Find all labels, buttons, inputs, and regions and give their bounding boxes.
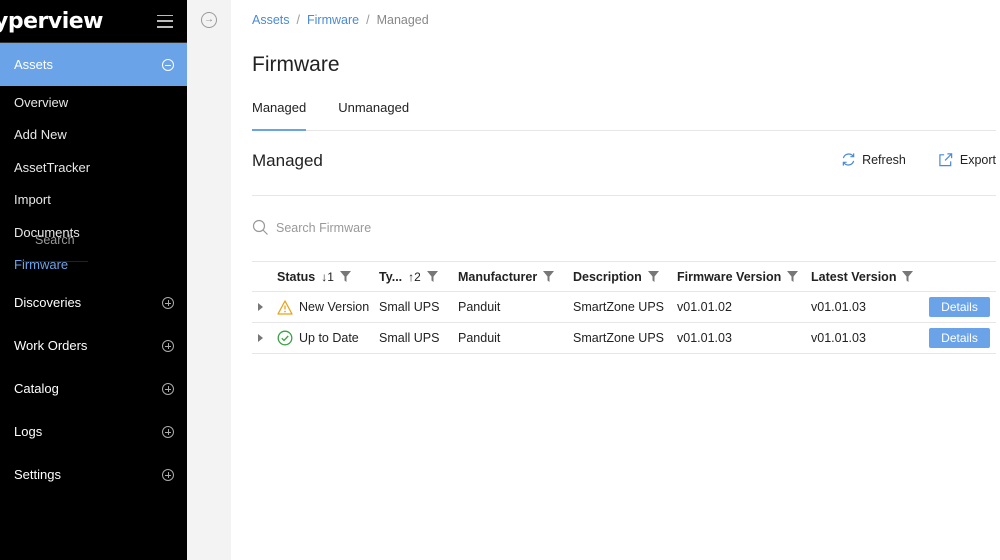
sidebar-item-catalog[interactable]: Catalog <box>0 367 187 410</box>
expand-row-button[interactable] <box>258 323 263 353</box>
type-cell: Small UPS <box>379 300 440 314</box>
filter-icon[interactable] <box>787 271 799 282</box>
column-header-status[interactable]: Status ↓1 <box>277 262 351 291</box>
divider <box>252 195 996 196</box>
caret-right-icon <box>258 303 263 311</box>
table-header-row: Status ↓1 Ty... ↑2 Manufacturer Descript… <box>252 262 996 292</box>
column-header-firmware-version[interactable]: Firmware Version <box>677 262 799 291</box>
sidebar-subitem-import[interactable]: Import <box>0 184 187 217</box>
expand-plus-icon[interactable] <box>162 382 174 395</box>
main-content: Assets / Firmware / Managed Firmware Managed… <box>231 0 1000 560</box>
search-box[interactable] <box>252 219 476 236</box>
refresh-button[interactable]: Refresh <box>841 152 906 167</box>
sidebar-item-label: Search <box>35 233 75 247</box>
details-button-wrapper: Details <box>929 323 990 353</box>
sidebar-item-settings[interactable]: Settings <box>0 453 187 496</box>
description-cell: SmartZone UPS <box>573 331 665 345</box>
sort-asc-icon[interactable]: ↑2 <box>408 270 421 284</box>
page-title: Firmware <box>252 53 340 76</box>
filter-icon[interactable] <box>339 271 351 282</box>
status-cell: Up to Date <box>277 323 359 353</box>
latest-version-cell: v01.01.03 <box>811 331 866 345</box>
sort-desc-icon[interactable]: ↓1 <box>321 270 334 284</box>
breadcrumb-separator: / <box>296 13 300 27</box>
section-title: Managed <box>252 151 323 170</box>
filter-icon[interactable] <box>647 271 659 282</box>
sidebar: yperview Search Assets Overview Add New … <box>0 0 187 560</box>
sidebar-item-label: Discoveries <box>14 295 82 310</box>
sidebar-item-discoveries[interactable]: Discoveries <box>0 281 187 324</box>
breadcrumb-separator: / <box>366 13 370 27</box>
sidebar-item-assets[interactable]: Assets <box>0 43 187 86</box>
sidebar-item-label: Catalog <box>14 381 59 396</box>
hamburger-menu-icon[interactable] <box>157 14 173 28</box>
filter-icon[interactable] <box>426 271 438 282</box>
details-button[interactable]: Details <box>929 297 990 317</box>
sidebar-item-label: Logs <box>14 424 43 439</box>
search-icon <box>252 219 268 235</box>
manufacturer-cell: Panduit <box>458 300 501 314</box>
check-circle-icon <box>277 330 293 346</box>
refresh-label: Refresh <box>862 152 906 167</box>
column-header-description[interactable]: Description <box>573 262 659 291</box>
tab-managed[interactable]: Managed <box>252 96 307 131</box>
expand-row-button[interactable] <box>258 292 263 322</box>
breadcrumb-firmware[interactable]: Firmware <box>307 13 359 27</box>
filter-icon[interactable] <box>543 271 555 282</box>
sidebar-item-search[interactable]: Search <box>21 219 88 262</box>
table-row: Up to Date Small UPS Panduit SmartZone U… <box>252 323 996 354</box>
tab-unmanaged[interactable]: Unmanaged <box>338 96 409 131</box>
export-label: Export <box>959 152 996 167</box>
details-button-wrapper: Details <box>929 292 990 322</box>
status-cell: New Version <box>277 292 369 322</box>
expand-plus-icon[interactable] <box>162 296 174 309</box>
sidebar-item-label: Work Orders <box>14 338 88 353</box>
tab-bar: Managed Unmanaged <box>252 96 996 131</box>
column-header-latest-version[interactable]: Latest Version <box>811 262 914 291</box>
filter-icon[interactable] <box>902 271 914 282</box>
sidebar-item-label: Assets <box>14 57 54 72</box>
warning-icon <box>277 299 293 315</box>
caret-right-icon <box>258 334 263 342</box>
export-icon <box>939 153 953 167</box>
collapse-minus-icon[interactable] <box>162 58 174 71</box>
arrow-right-circle-icon[interactable]: → <box>201 12 217 28</box>
breadcrumb: Assets / Firmware / Managed <box>252 13 429 27</box>
search-input[interactable] <box>276 220 476 235</box>
column-header-manufacturer[interactable]: Manufacturer <box>458 262 555 291</box>
expand-plus-icon[interactable] <box>162 468 174 481</box>
export-button[interactable]: Export <box>938 152 996 167</box>
table-row: New Version Small UPS Panduit SmartZone … <box>252 292 996 323</box>
sidebar-subitem-overview[interactable]: Overview <box>0 86 187 119</box>
latest-version-cell: v01.01.03 <box>811 300 866 314</box>
sidebar-item-label: Settings <box>14 467 61 482</box>
breadcrumb-assets[interactable]: Assets <box>252 13 290 27</box>
firmware-version-cell: v01.01.02 <box>677 300 732 314</box>
refresh-icon <box>842 153 855 166</box>
expand-plus-icon[interactable] <box>162 339 174 352</box>
sidebar-item-work-orders[interactable]: Work Orders <box>0 324 187 367</box>
firmware-table: Status ↓1 Ty... ↑2 Manufacturer Descript… <box>252 261 996 354</box>
type-cell: Small UPS <box>379 331 440 345</box>
column-header-type[interactable]: Ty... ↑2 <box>379 262 438 291</box>
firmware-version-cell: v01.01.03 <box>677 331 732 345</box>
sidebar-item-logs[interactable]: Logs <box>0 410 187 453</box>
expand-plus-icon[interactable] <box>162 425 174 438</box>
description-cell: SmartZone UPS <box>573 300 665 314</box>
collapse-rail: → <box>187 0 231 560</box>
toolbar-actions: Refresh Export <box>809 152 996 167</box>
logo[interactable]: yperview <box>0 9 104 34</box>
sidebar-subitem-assettracker[interactable]: AssetTracker <box>0 151 187 184</box>
details-button[interactable]: Details <box>929 328 990 348</box>
sidebar-subitem-add-new[interactable]: Add New <box>0 119 187 152</box>
logo-bar: yperview <box>0 0 187 43</box>
manufacturer-cell: Panduit <box>458 331 501 345</box>
breadcrumb-current: Managed <box>376 13 429 27</box>
